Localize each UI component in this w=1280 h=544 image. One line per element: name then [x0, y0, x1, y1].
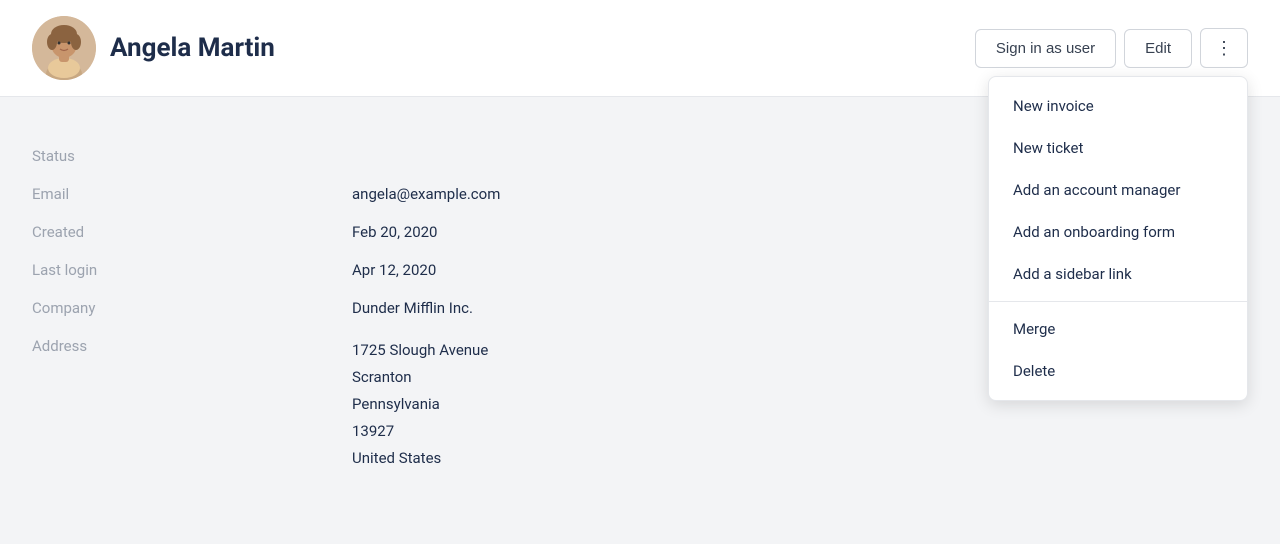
value-created: Feb 20, 2020	[352, 213, 932, 251]
value-last-login: Apr 12, 2020	[352, 251, 932, 289]
value-email: angela@example.com	[352, 175, 932, 213]
dropdown-item-add-onboarding-form[interactable]: Add an onboarding form	[989, 211, 1247, 253]
value-address: 1725 Slough Avenue Scranton Pennsylvania…	[352, 327, 932, 482]
value-status	[352, 137, 932, 175]
page: Angela Martin Sign in as user Edit ⋮ New…	[0, 0, 1280, 544]
dropdown-item-new-ticket[interactable]: New ticket	[989, 127, 1247, 169]
label-status: Status	[32, 137, 352, 175]
dropdown-item-merge[interactable]: Merge	[989, 308, 1247, 350]
dropdown-item-delete[interactable]: Delete	[989, 350, 1247, 392]
table-row: Status	[32, 137, 932, 175]
label-created: Created	[32, 213, 352, 251]
header-actions: Sign in as user Edit ⋮ New invoice New t…	[975, 28, 1248, 68]
more-options-button[interactable]: ⋮	[1200, 28, 1248, 68]
edit-button[interactable]: Edit	[1124, 29, 1192, 68]
table-row: Email angela@example.com	[32, 175, 932, 213]
label-company: Company	[32, 289, 352, 327]
header: Angela Martin Sign in as user Edit ⋮ New…	[0, 0, 1280, 97]
dropdown-divider	[989, 301, 1247, 302]
label-last-login: Last login	[32, 251, 352, 289]
table-row: Last login Apr 12, 2020	[32, 251, 932, 289]
dropdown-item-new-invoice[interactable]: New invoice	[989, 85, 1247, 127]
dropdown-item-add-account-manager[interactable]: Add an account manager	[989, 169, 1247, 211]
label-email: Email	[32, 175, 352, 213]
table-row: Address 1725 Slough Avenue Scranton Penn…	[32, 327, 932, 482]
more-icon: ⋮	[1215, 39, 1233, 57]
profile-table: Status Email angela@example.com Created …	[32, 137, 932, 482]
value-company: Dunder Mifflin Inc.	[352, 289, 932, 327]
dropdown-item-add-sidebar-link[interactable]: Add a sidebar link	[989, 253, 1247, 295]
table-row: Company Dunder Mifflin Inc.	[32, 289, 932, 327]
avatar	[32, 16, 96, 80]
sign-in-as-user-button[interactable]: Sign in as user	[975, 29, 1116, 68]
dropdown-menu: New invoice New ticket Add an account ma…	[988, 76, 1248, 401]
table-row: Created Feb 20, 2020	[32, 213, 932, 251]
header-left: Angela Martin	[32, 16, 275, 80]
label-address: Address	[32, 327, 352, 482]
user-name: Angela Martin	[110, 33, 275, 63]
